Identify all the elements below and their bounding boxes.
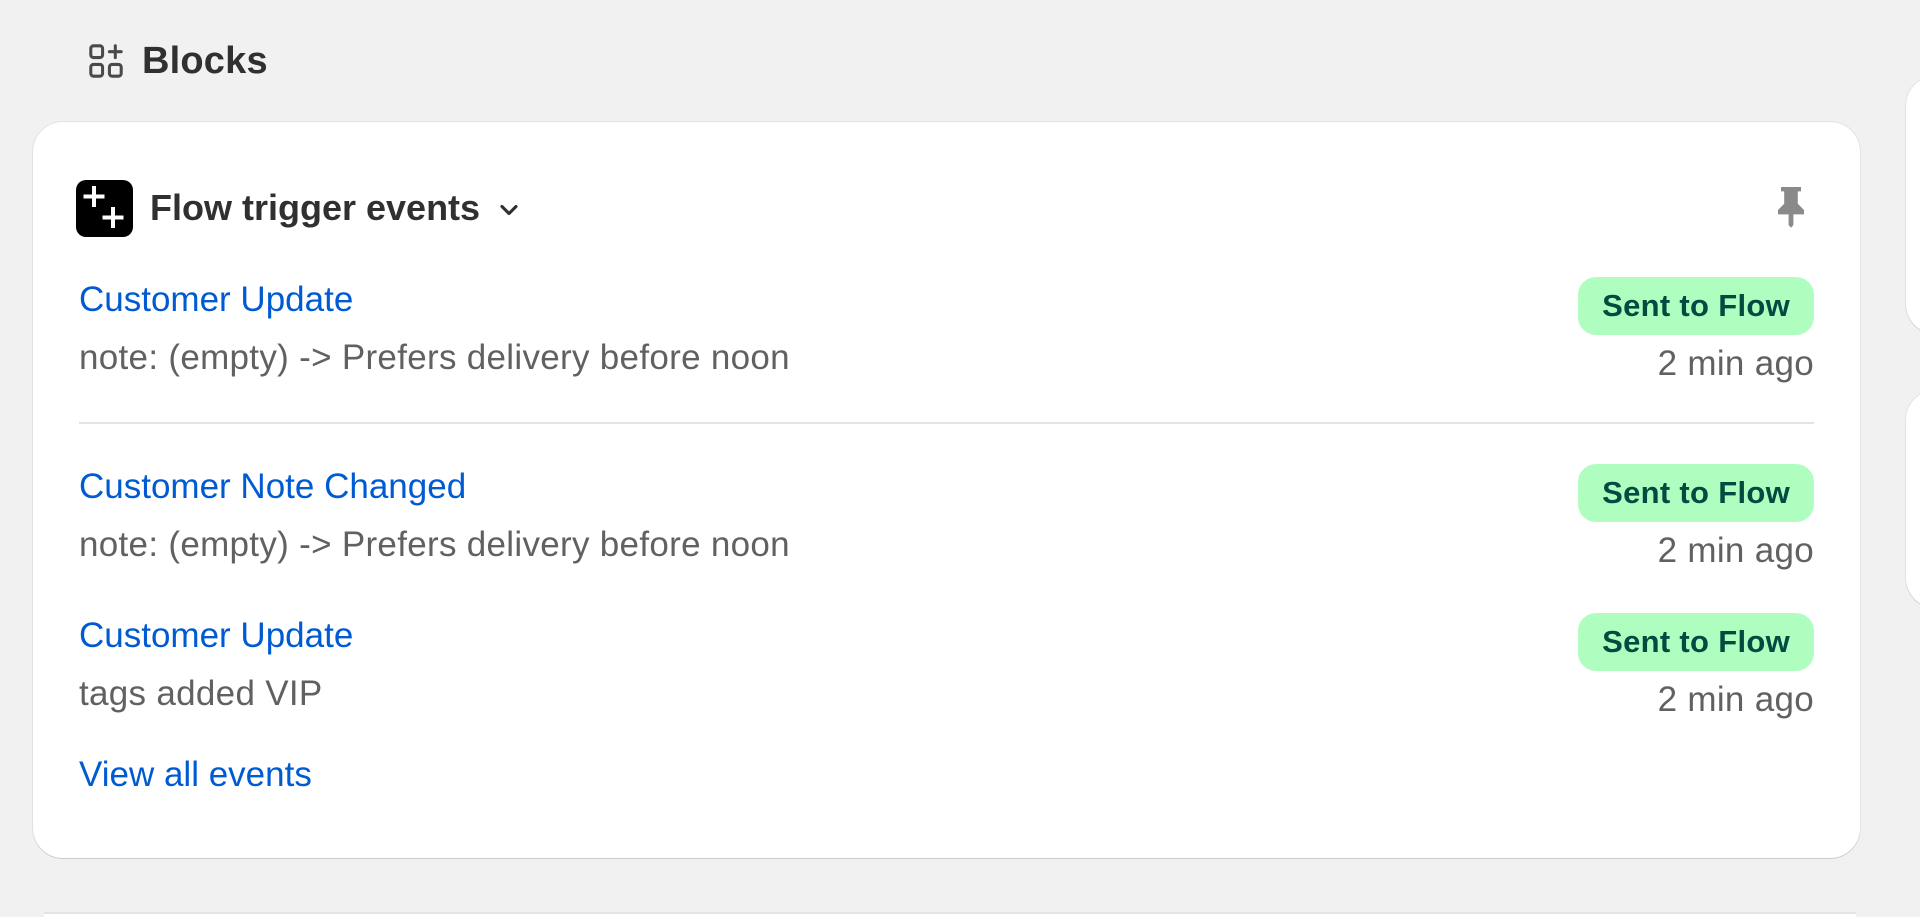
pin-icon (1773, 184, 1809, 233)
adjacent-card-bottom (1906, 390, 1920, 608)
divider (79, 422, 1814, 424)
event-time: 2 min ago (1657, 680, 1814, 719)
event-item: Customer Note Changed note: (empty) -> P… (79, 464, 1814, 574)
page: Blocks Flow trigger events Customer Upda… (0, 0, 1920, 917)
pin-button[interactable] (1765, 182, 1817, 234)
event-detail: note: (empty) -> Prefers delivery before… (79, 525, 790, 564)
blocks-icon (86, 41, 126, 81)
section-title: Blocks (142, 39, 268, 82)
status-badge: Sent to Flow (1578, 464, 1814, 522)
status-badge: Sent to Flow (1578, 613, 1814, 671)
event-item: Customer Update tags added VIP Sent to F… (79, 613, 1814, 723)
card-title-dropdown[interactable]: Flow trigger events (150, 187, 524, 229)
event-item: Customer Update note: (empty) -> Prefers… (79, 277, 1814, 387)
next-card-edge (44, 912, 1856, 917)
event-title-link[interactable]: Customer Note Changed (79, 464, 790, 510)
event-title-link[interactable]: Customer Update (79, 613, 353, 659)
section-header: Blocks (86, 38, 268, 84)
flow-trigger-events-card: Flow trigger events Customer Update note… (33, 122, 1860, 858)
card-title: Flow trigger events (150, 187, 481, 228)
event-detail: note: (empty) -> Prefers delivery before… (79, 338, 790, 377)
card-header: Flow trigger events (76, 179, 1817, 237)
status-badge: Sent to Flow (1578, 277, 1814, 335)
event-time: 2 min ago (1657, 531, 1814, 570)
event-time: 2 min ago (1657, 344, 1814, 383)
flow-app-icon (76, 179, 133, 237)
event-detail: tags added VIP (79, 674, 323, 713)
event-title-link[interactable]: Customer Update (79, 277, 790, 323)
view-all-events-link[interactable]: View all events (79, 752, 312, 798)
chevron-down-icon (494, 195, 524, 225)
adjacent-card-top (1906, 76, 1920, 334)
